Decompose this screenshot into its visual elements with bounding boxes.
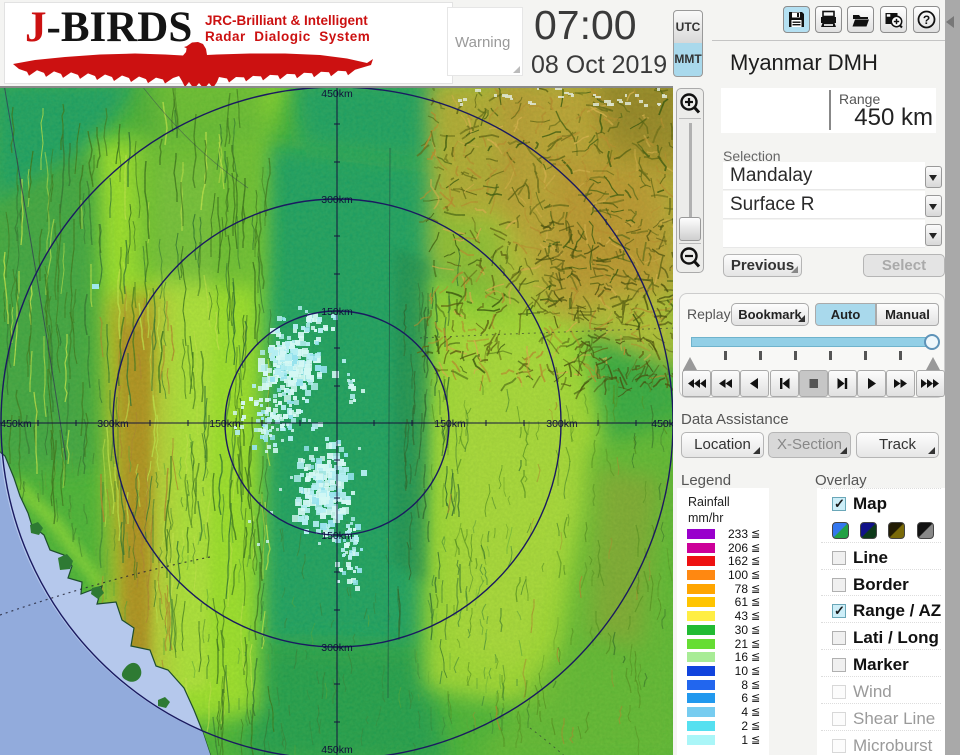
- svg-text:450km: 450km: [651, 418, 673, 430]
- svg-text:300km: 300km: [321, 194, 353, 206]
- svg-text:300km: 300km: [97, 418, 129, 430]
- svg-text:150km: 150km: [434, 418, 466, 430]
- svg-text:300km: 300km: [546, 418, 578, 430]
- svg-text:?: ?: [923, 13, 930, 27]
- svg-text:450km: 450km: [321, 88, 353, 100]
- svg-text:450km: 450km: [0, 418, 32, 430]
- svg-text:300km: 300km: [321, 642, 353, 654]
- svg-text:150km: 150km: [209, 418, 241, 430]
- svg-text:150km: 150km: [321, 306, 353, 318]
- svg-text:150km: 150km: [321, 530, 353, 542]
- svg-text:450km: 450km: [321, 744, 353, 755]
